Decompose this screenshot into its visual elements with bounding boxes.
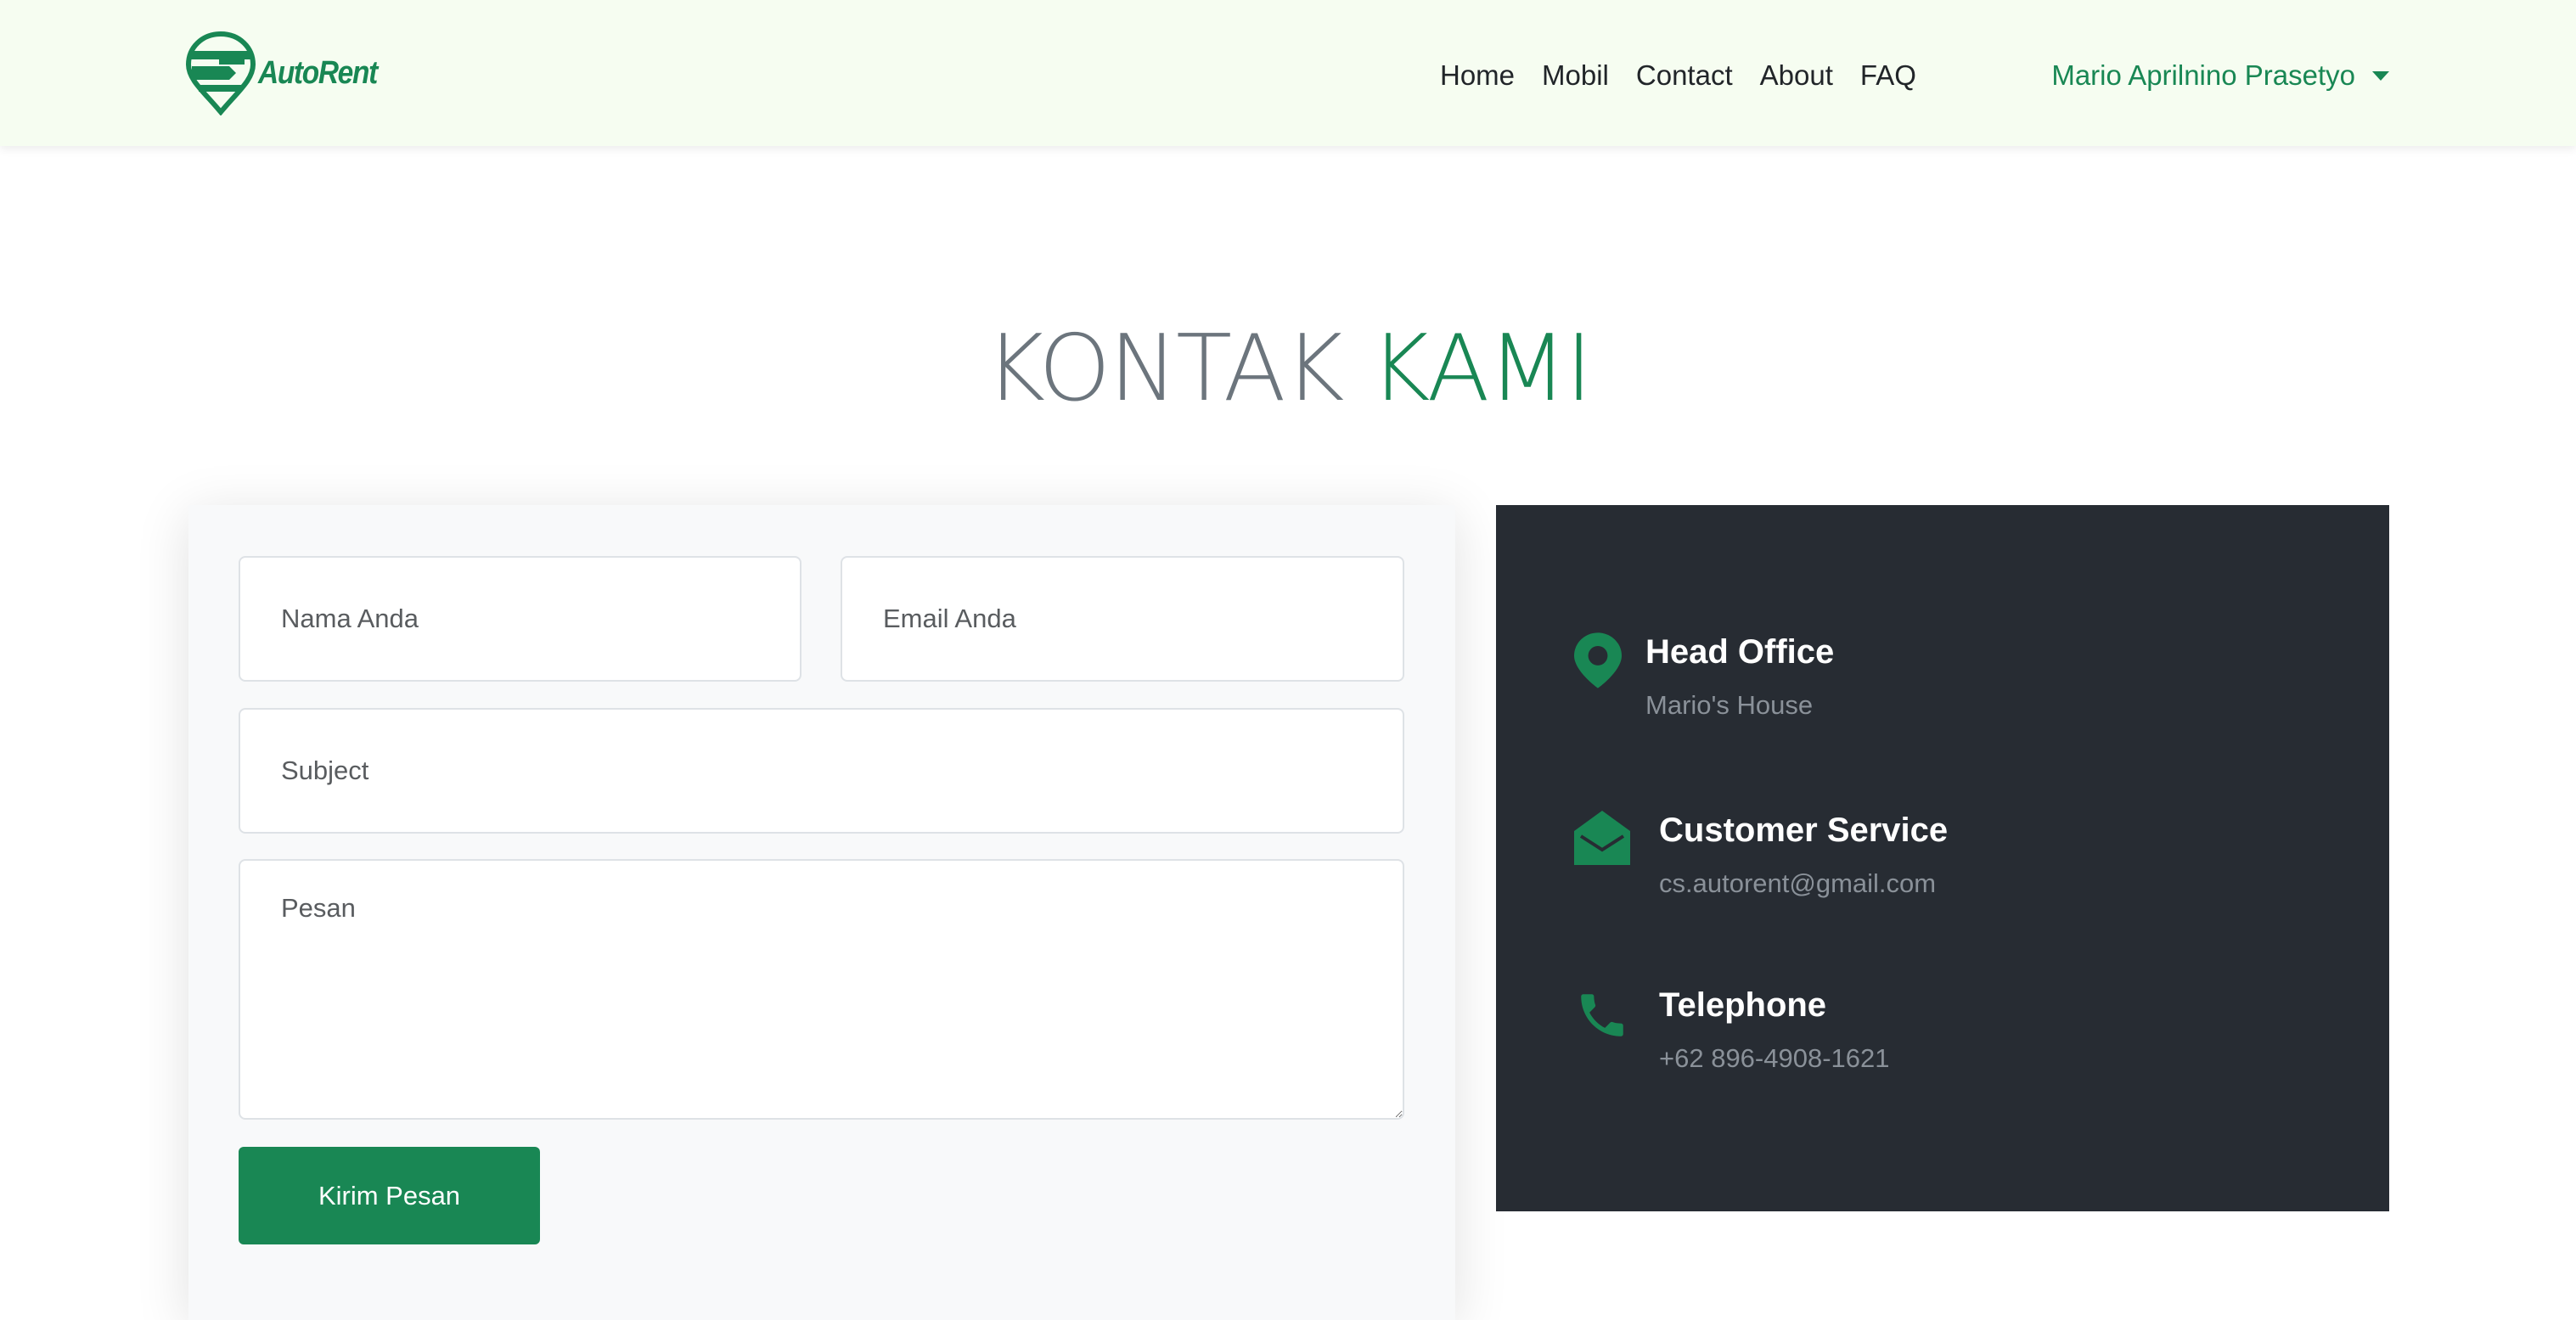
caret-down-icon — [2372, 70, 2389, 81]
nav-link-contact[interactable]: Contact — [1623, 51, 1746, 100]
nav-link-mobil[interactable]: Mobil — [1528, 51, 1623, 100]
autorent-logo-icon — [185, 31, 256, 115]
email-input[interactable] — [841, 556, 1404, 682]
page-title-part2: KAMI — [1370, 316, 1593, 422]
subject-input[interactable] — [239, 708, 1404, 834]
info-telephone-title: Telephone — [1659, 986, 1827, 1024]
info-head-office-value: Mario's House — [1645, 690, 1814, 720]
info-telephone-value: +62 896-4908-1621 — [1659, 1043, 1890, 1073]
user-name: Mario Aprilnino Prasetyo — [2051, 59, 2355, 91]
contact-form: Kirim Pesan — [188, 505, 1455, 1320]
message-textarea[interactable] — [239, 859, 1404, 1120]
info-customer-service-title: Customer Service — [1659, 812, 1949, 849]
map-pin-icon — [1574, 632, 1622, 688]
phone-icon — [1581, 994, 1623, 1036]
nav-links: Home Mobil Contact About FAQ — [1426, 51, 1930, 100]
nav-link-faq[interactable]: FAQ — [1847, 51, 1930, 100]
nav-link-home[interactable]: Home — [1426, 51, 1528, 100]
send-message-button[interactable]: Kirim Pesan — [239, 1147, 540, 1244]
brand-name: AutoRent — [258, 54, 378, 91]
navbar: AutoRent Home Mobil Contact About FAQ Ma… — [0, 0, 2576, 146]
contact-info-panel: Head Office Mario's House Customer Servi… — [1496, 505, 2389, 1211]
info-customer-service-value: cs.autorent@gmail.com — [1659, 868, 1937, 898]
envelope-open-icon — [1574, 811, 1630, 865]
page-title-part1: KONTAK — [985, 316, 1344, 422]
info-head-office-title: Head Office — [1645, 633, 1835, 671]
name-input[interactable] — [239, 556, 801, 682]
nav-link-about[interactable]: About — [1746, 51, 1847, 100]
page-title: KONTAK KAMI — [0, 314, 2576, 424]
brand-logo-link[interactable]: AutoRent — [185, 31, 393, 115]
user-dropdown[interactable]: Mario Aprilnino Prasetyo — [2051, 51, 2389, 100]
